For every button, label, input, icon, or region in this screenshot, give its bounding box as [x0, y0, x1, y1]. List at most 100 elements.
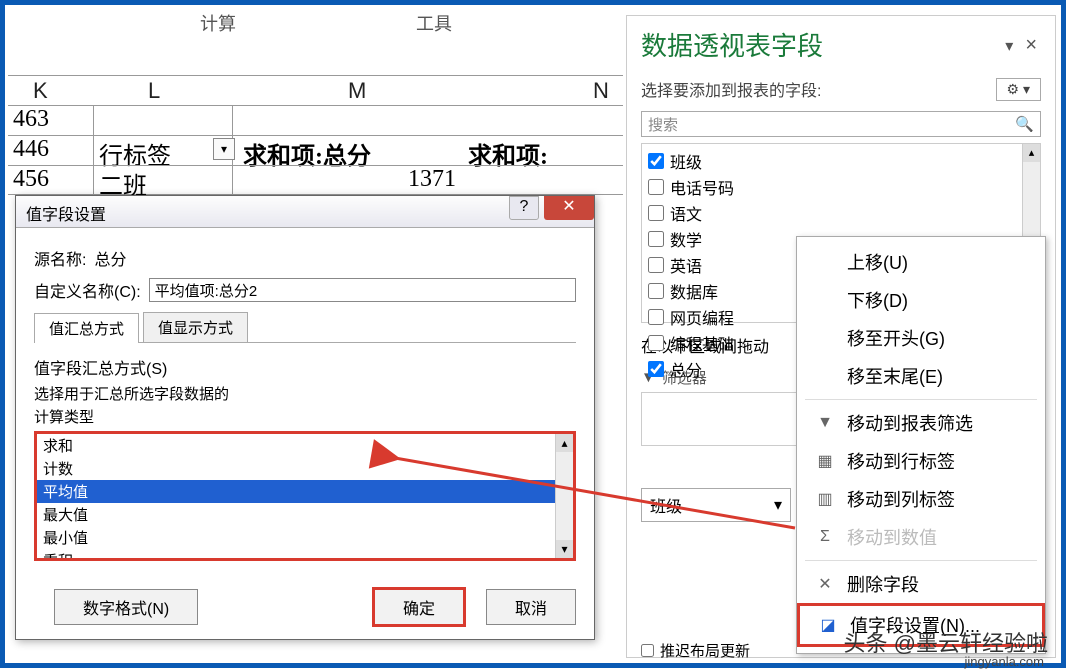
dialog-close-button[interactable]: ✕: [544, 196, 594, 220]
row-item-label: 班级: [650, 493, 682, 517]
ctx-move-begin[interactable]: 移至开头(G): [797, 319, 1045, 357]
custom-name-input[interactable]: [149, 278, 576, 302]
dialog-footer: 数字格式(N) 确定 取消: [34, 587, 576, 627]
cell-L1[interactable]: [93, 106, 233, 136]
cell-K2[interactable]: 446: [13, 136, 49, 163]
ctx-remove[interactable]: ✕删除字段: [797, 565, 1045, 603]
ctx-move-val: Σ移动到数值: [797, 518, 1045, 556]
defer-checkbox[interactable]: [641, 644, 654, 657]
column-headers: K L M N: [8, 75, 623, 105]
cell-L3[interactable]: 二班: [93, 166, 233, 196]
listbox-scrollbar[interactable]: ▴ ▾: [555, 434, 573, 558]
field-checkbox[interactable]: [648, 257, 664, 273]
pane-title: 数据透视表字段: [627, 16, 1055, 73]
dialog-tabs: 值汇总方式 值显示方式: [34, 312, 576, 343]
gear-icon[interactable]: ⚙ ▾: [996, 78, 1041, 101]
calc-type-label: 计算类型: [34, 406, 576, 427]
field-checkbox[interactable]: [648, 309, 664, 325]
ctx-move-report[interactable]: ▼移动到报表筛选: [797, 404, 1045, 442]
field-label: 班级: [670, 149, 702, 173]
ctx-label: 下移(D): [847, 287, 908, 313]
ctx-label: 上移(U): [847, 249, 908, 275]
tab-show-as[interactable]: 值显示方式: [143, 312, 248, 342]
watermark-site: jingyanla.com: [965, 654, 1045, 669]
cell-L2[interactable]: 行标签: [93, 136, 233, 166]
rows-icon: ▦: [815, 451, 835, 471]
sheet-area: K L M N 463 446 行标签 ▾ 求和项:总分 求和项: 456 二班…: [8, 75, 623, 195]
watermark: 头条 @墨云轩经验啦 jingyanla.com: [844, 626, 1048, 658]
ok-button[interactable]: 确定: [372, 587, 466, 627]
ctx-move-up[interactable]: 上移(U): [797, 243, 1045, 281]
dialog-titlebar[interactable]: 值字段设置 ? ✕: [16, 196, 594, 228]
scroll-up-icon[interactable]: ▴: [1023, 144, 1040, 162]
table-row: 446 行标签 ▾ 求和项:总分 求和项:: [8, 135, 623, 165]
ctx-label: 移至开头(G): [847, 325, 945, 351]
field-checkbox[interactable]: [648, 205, 664, 221]
ctx-label: 移至末尾(E): [847, 363, 943, 389]
col-header-K[interactable]: K: [33, 78, 48, 104]
cancel-button[interactable]: 取消: [486, 589, 576, 625]
ribbon-tabs: 计算 工具: [70, 10, 616, 38]
field-checkbox[interactable]: [648, 361, 664, 377]
list-item[interactable]: 最大值: [37, 503, 573, 526]
chevron-down-icon: ▾: [774, 495, 782, 515]
row-label-dropdown[interactable]: ▾: [213, 138, 235, 160]
field-item[interactable]: 班级: [648, 148, 1034, 174]
row-area-item[interactable]: 班级 ▾: [641, 488, 791, 522]
field-label: 语文: [670, 201, 702, 225]
pane-close-icon[interactable]: ×: [1025, 34, 1037, 57]
remove-icon: ✕: [815, 574, 835, 594]
col-header-N[interactable]: N: [593, 78, 609, 104]
field-checkbox[interactable]: [648, 179, 664, 195]
scroll-down-icon[interactable]: ▾: [556, 540, 573, 558]
scroll-up-icon[interactable]: ▴: [556, 434, 573, 452]
field-label: 编程基础: [670, 331, 734, 355]
ribbon-tab-tools[interactable]: 工具: [416, 10, 452, 38]
context-menu: 上移(U) 下移(D) 移至开头(G) 移至末尾(E) ▼移动到报表筛选 ▦移动…: [796, 236, 1046, 654]
field-label: 总分: [670, 357, 702, 381]
ctx-label: 移动到报表筛选: [847, 410, 973, 436]
number-format-button[interactable]: 数字格式(N): [54, 589, 198, 625]
source-name-label: 源名称:: [34, 246, 86, 270]
list-item[interactable]: 计数: [37, 457, 573, 480]
cell-K1[interactable]: 463: [13, 106, 49, 133]
list-item-selected[interactable]: 平均值: [37, 480, 573, 503]
ctx-move-col[interactable]: ▥移动到列标签: [797, 480, 1045, 518]
cell-M3[interactable]: 1371: [408, 166, 456, 193]
search-input[interactable]: 搜索 🔍: [641, 111, 1041, 137]
field-checkbox[interactable]: [648, 283, 664, 299]
field-item[interactable]: 语文: [648, 200, 1034, 226]
field-label: 英语: [670, 253, 702, 277]
choose-label: 选择用于汇总所选字段数据的: [34, 383, 576, 404]
cell-K3[interactable]: 456: [13, 166, 49, 193]
field-label: 数学: [670, 227, 702, 251]
watermark-text: 头条 @墨云轩经验啦: [844, 631, 1048, 656]
list-item[interactable]: 最小值: [37, 526, 573, 549]
source-name-value: 总分: [94, 246, 126, 270]
dialog-help-button[interactable]: ?: [509, 196, 539, 220]
ctx-label: 移动到列标签: [847, 486, 955, 512]
list-item[interactable]: 求和: [37, 434, 573, 457]
field-label: 电话号码: [670, 175, 734, 199]
settings-icon: ◪: [818, 615, 838, 635]
ctx-move-row[interactable]: ▦移动到行标签: [797, 442, 1045, 480]
ctx-move-end[interactable]: 移至末尾(E): [797, 357, 1045, 395]
field-checkbox[interactable]: [648, 335, 664, 351]
tab-summarize[interactable]: 值汇总方式: [34, 313, 139, 343]
dialog-title: 值字段设置: [26, 207, 106, 224]
col-header-L[interactable]: L: [148, 78, 160, 104]
field-item[interactable]: 电话号码: [648, 174, 1034, 200]
list-item[interactable]: 乘积: [37, 549, 573, 561]
search-icon: 🔍: [1015, 115, 1034, 133]
ribbon-tab-calc[interactable]: 计算: [200, 10, 236, 38]
pane-dropdown-icon[interactable]: ▾: [1005, 36, 1013, 56]
sigma-icon: Σ: [815, 528, 835, 546]
field-checkbox[interactable]: [648, 231, 664, 247]
table-row: 463: [8, 105, 623, 135]
field-checkbox[interactable]: [648, 153, 664, 169]
col-header-M[interactable]: M: [348, 78, 366, 104]
calc-type-listbox[interactable]: 求和 计数 平均值 最大值 最小值 乘积 数值计数 ▴ ▾: [34, 431, 576, 561]
field-label: 数据库: [670, 279, 718, 303]
ctx-move-down[interactable]: 下移(D): [797, 281, 1045, 319]
pane-subtitle: 选择要添加到报表的字段:: [641, 77, 821, 101]
